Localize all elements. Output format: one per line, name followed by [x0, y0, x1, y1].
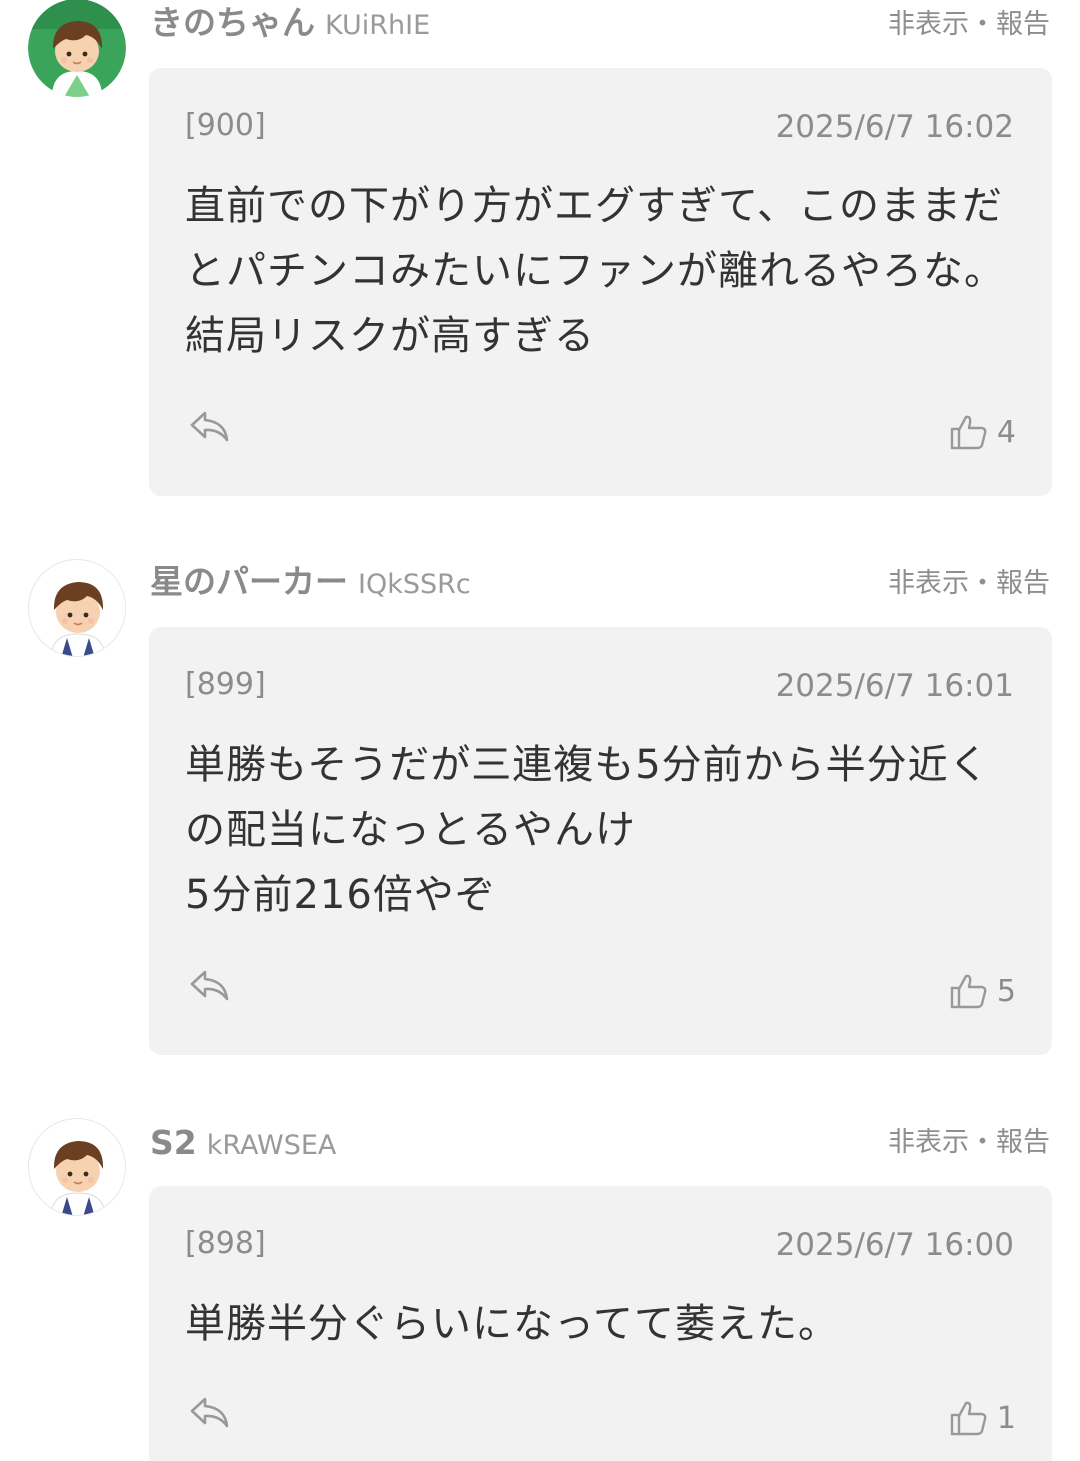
author-name: 星のパーカー	[150, 562, 348, 601]
boy-avatar-icon	[29, 1119, 125, 1215]
thumbs-up-icon	[950, 415, 987, 450]
comment-card: [899] 2025/6/7 16:01 単勝もそうだが三連複も5分前から半分近…	[149, 627, 1052, 1055]
like-button[interactable]: 1	[949, 1396, 1016, 1440]
comment-date: 2025/6/7 16:02	[775, 109, 1014, 145]
comment-header: 星のパーカー IQkSSRc 非表示・報告	[150, 559, 1050, 609]
comment-card: [898] 2025/6/7 16:00 単勝半分ぐらいになってて萎えた。 1	[149, 1186, 1052, 1461]
reply-arrow-icon	[190, 1397, 229, 1428]
comment-number: [900]	[185, 108, 266, 143]
avatar[interactable]	[28, 0, 126, 97]
reply-button[interactable]	[187, 404, 233, 450]
comment-author[interactable]: きのちゃん KUiRhIE	[150, 0, 430, 44]
comment-author[interactable]: S2 kRAWSEA	[150, 1123, 336, 1162]
like-count: 4	[996, 414, 1016, 450]
comment-feed: きのちゃん KUiRhIE 非表示・報告 [900] 2025/6/7 16:02…	[0, 0, 1080, 1461]
comment-header: きのちゃん KUiRhIE 非表示・報告	[150, 0, 1050, 50]
author-name: きのちゃん	[150, 3, 315, 42]
comment-date: 2025/6/7 16:00	[775, 1227, 1014, 1263]
avatar[interactable]	[28, 1118, 126, 1216]
reply-button[interactable]	[187, 1390, 233, 1436]
avatar[interactable]	[28, 559, 126, 657]
thumbs-up-icon	[950, 1401, 987, 1436]
comment-author[interactable]: 星のパーカー IQkSSRc	[150, 555, 471, 603]
hide-report-link[interactable]: 非表示・報告	[888, 1120, 1050, 1159]
comment-body: 単勝半分ぐらいになってて萎えた。	[185, 1301, 839, 1347]
reply-arrow-icon	[190, 970, 229, 1001]
comment-header: S2 kRAWSEA 非表示・報告	[150, 1118, 1050, 1168]
comment-body: 直前での下がり方がエグすぎて、このままだとパチンコみたいにファンが離れるやろな。…	[185, 183, 1005, 359]
comment-body: 単勝もそうだが三連複も5分前から半分近くの配当になっとるやんけ 5分前216倍や…	[185, 742, 990, 918]
boy-avatar-icon	[29, 560, 125, 656]
like-count: 1	[996, 1400, 1016, 1436]
like-button[interactable]: 4	[949, 410, 1016, 454]
hide-report-link[interactable]: 非表示・報告	[888, 2, 1050, 41]
author-name: S2	[150, 1123, 197, 1162]
comment-card: [900] 2025/6/7 16:02 直前での下がり方がエグすぎて、このまま…	[149, 68, 1052, 496]
like-button[interactable]: 5	[949, 969, 1016, 1013]
author-id: IQkSSRc	[358, 569, 471, 600]
thumbs-up-icon	[950, 974, 987, 1009]
comment-number: [898]	[185, 1226, 266, 1261]
comment-number: [899]	[185, 667, 266, 702]
comment-date: 2025/6/7 16:01	[775, 668, 1014, 704]
author-id: kRAWSEA	[206, 1130, 337, 1161]
boy-avatar-icon	[28, 0, 126, 97]
author-id: KUiRhIE	[325, 10, 431, 41]
like-count: 5	[996, 973, 1016, 1009]
hide-report-link[interactable]: 非表示・報告	[888, 561, 1050, 600]
reply-arrow-icon	[190, 411, 229, 442]
reply-button[interactable]	[187, 963, 233, 1009]
